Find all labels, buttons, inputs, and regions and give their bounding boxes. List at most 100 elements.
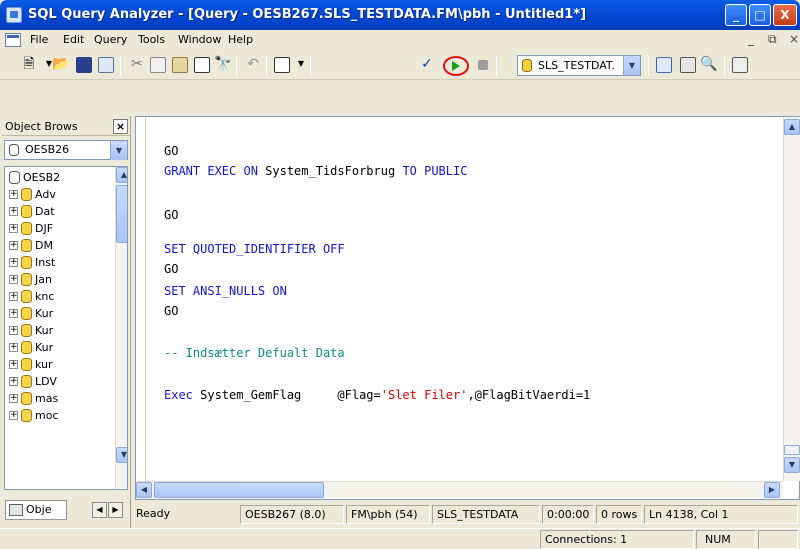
expand-icon[interactable]: + [9,326,18,335]
close-icon[interactable]: × [113,119,128,134]
expand-icon[interactable]: + [9,292,18,301]
database-icon [21,392,32,405]
expand-icon[interactable]: + [9,275,18,284]
tree-item-label: Adv [35,188,56,201]
code-line: GRANT EXEC ON System_TidsForbrug TO PUBL… [164,163,467,179]
database-icon [21,307,32,320]
code-line: -- Indsætter Defualt Data [164,345,345,361]
tree-item-label: Jan [35,273,52,286]
copy-icon[interactable] [150,57,166,73]
mdi-restore-button[interactable]: ⧉ [768,32,777,47]
tree-item[interactable]: + Inst [5,254,115,271]
mdi-minimize-button[interactable]: _ [748,32,754,46]
tree-item[interactable]: + Kur [5,339,115,356]
stop-icon[interactable] [478,60,488,70]
menu-file[interactable]: File [30,33,48,46]
insert-template-icon[interactable] [98,57,114,73]
scroll-thumb[interactable] [116,185,127,243]
scroll-up-icon[interactable]: ▲ [116,167,127,183]
tree-item[interactable]: + knc [5,288,115,305]
expand-icon[interactable]: + [9,224,18,233]
expand-icon[interactable]: + [9,377,18,386]
expand-icon[interactable]: + [9,394,18,403]
database-icon [21,239,32,252]
tab-objects[interactable]: Obje [5,500,67,520]
cut-icon[interactable]: ✂ [128,55,146,73]
results-mode-icon[interactable] [274,57,290,73]
server-select[interactable]: OESB26 ▼ [4,140,128,160]
database-icon [21,375,32,388]
expand-icon[interactable]: + [9,258,18,267]
menu-query[interactable]: Query [94,33,127,46]
tree-item[interactable]: + DJF [5,220,115,237]
mdi-close-button[interactable]: × [789,32,799,46]
dropdown-icon[interactable]: ▼ [292,55,310,73]
tree-item[interactable]: + kur [5,356,115,373]
database-select[interactable]: SLS_TESTDAT. ▼ [517,55,641,76]
object-browser-icon[interactable] [680,57,696,73]
scroll-left-icon[interactable]: ◀ [136,482,152,498]
scroll-left-icon[interactable]: ◀ [5,489,21,490]
chevron-down-icon[interactable]: ▼ [623,56,640,75]
menu-bar: File Edit Query Tools Window Help _ ⧉ × [0,30,800,50]
code-token: GO [164,144,179,158]
database-icon [21,324,32,337]
object-search-icon[interactable]: 🔍 [700,55,718,73]
tree-horizontal-scrollbar[interactable]: ◀ ▶ [5,489,115,490]
scroll-thumb[interactable] [154,482,324,498]
editor-horizontal-scrollbar[interactable]: ◀ ▶ [136,481,783,498]
expand-icon[interactable]: + [9,207,18,216]
tree-item[interactable]: + Jan [5,271,115,288]
open-file-icon[interactable]: 📂 [52,55,70,73]
scroll-up-icon[interactable]: ▲ [784,119,800,135]
tree-item[interactable]: + Kur [5,305,115,322]
tree-item[interactable]: + moc [5,407,115,424]
scroll-thumb[interactable] [21,489,69,490]
title-bar[interactable]: SQL Query Analyzer - [Query - OESB267.SL… [0,0,800,30]
tree-item[interactable]: + Dat [5,203,115,220]
find-icon[interactable]: 🔭 [214,55,232,73]
tree-item[interactable]: + mas [5,390,115,407]
query-editor[interactable]: GO GRANT EXEC ON System_TidsForbrug TO PU… [135,116,800,500]
tree-vertical-scrollbar[interactable]: ▲ ▼ [115,167,127,489]
close-button[interactable]: X [773,4,797,26]
clear-window-icon[interactable] [194,57,210,73]
scroll-down-icon[interactable]: ▼ [784,457,800,473]
database-icon [21,273,32,286]
menu-window[interactable]: Window [178,33,221,46]
undo-icon[interactable]: ↶ [244,55,262,73]
tree-item[interactable]: + DM [5,237,115,254]
properties-icon[interactable] [732,57,748,73]
parse-query-icon[interactable]: ✓ [418,55,436,73]
paste-icon[interactable] [172,57,188,73]
scroll-right-icon[interactable]: ▶ [99,489,115,490]
menu-edit[interactable]: Edit [63,33,84,46]
menu-help[interactable]: Help [228,33,253,46]
tree-item[interactable]: + Kur [5,322,115,339]
execution-plan-icon[interactable] [656,57,672,73]
menu-tools[interactable]: Tools [138,33,165,46]
expand-icon[interactable]: + [9,241,18,250]
document-icon[interactable] [5,33,21,47]
tab-prev-icon[interactable]: ◀ [92,502,107,518]
editor-vertical-scrollbar[interactable]: ▲ ▼ [783,117,800,481]
tab-next-icon[interactable]: ▶ [108,502,123,518]
expand-icon[interactable]: + [9,309,18,318]
chevron-down-icon[interactable]: ▼ [110,141,127,160]
scroll-thumb[interactable] [784,445,800,455]
expand-icon[interactable]: + [9,190,18,199]
tree-item[interactable]: + LDV [5,373,115,390]
maximize-button[interactable]: □ [749,4,771,26]
expand-icon[interactable]: + [9,411,18,420]
minimize-button[interactable]: _ [725,4,747,26]
execute-query-icon[interactable] [452,61,460,71]
tree-root[interactable]: OESB2 [5,169,115,186]
new-query-icon[interactable]: 🗎 [20,55,38,73]
expand-icon[interactable]: + [9,360,18,369]
object-tree[interactable]: OESB2 + Adv + Dat + DJF + DM + Inst + Jan + knc + Kur + K… [4,166,128,490]
expand-icon[interactable]: + [9,343,18,352]
scroll-right-icon[interactable]: ▶ [764,482,780,498]
scroll-down-icon[interactable]: ▼ [116,447,127,463]
tree-item[interactable]: + Adv [5,186,115,203]
save-icon[interactable] [76,57,92,73]
